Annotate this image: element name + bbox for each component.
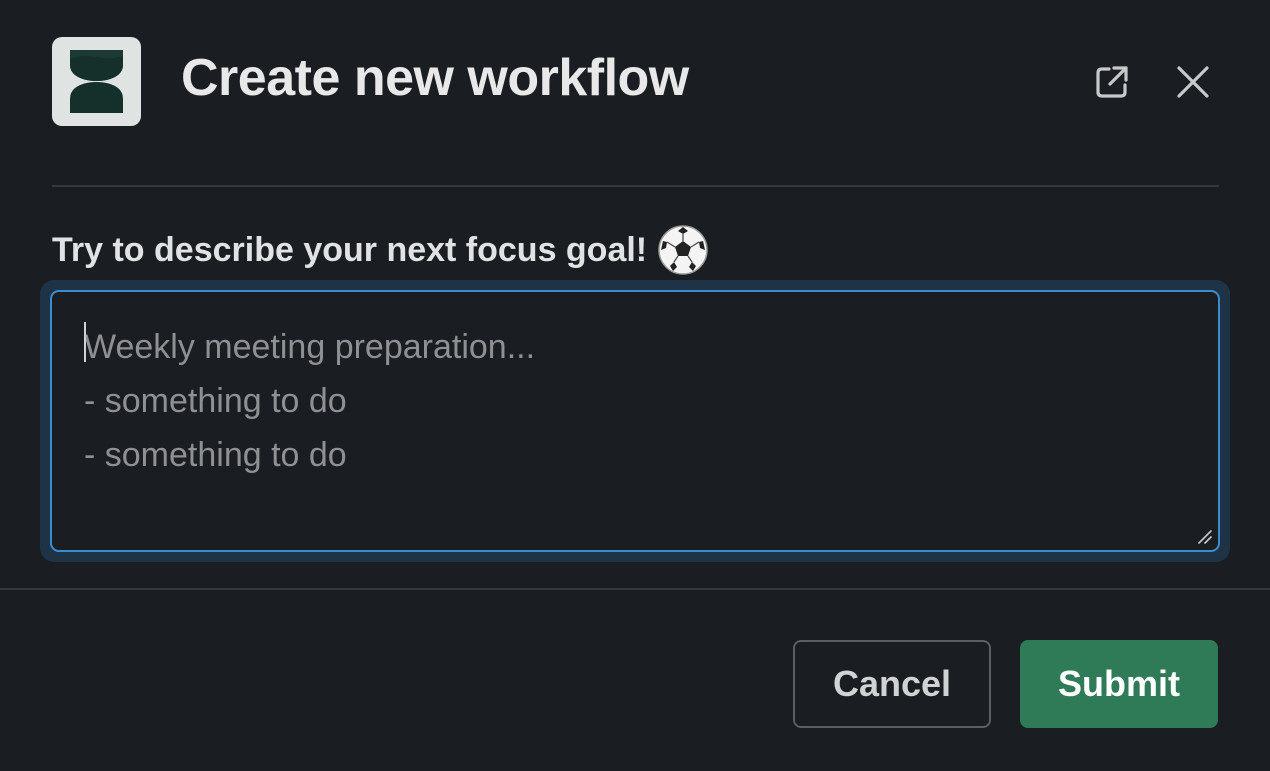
create-workflow-modal: Create new workflow Try to describe your… <box>0 0 1270 771</box>
footer-divider <box>0 588 1270 590</box>
hourglass-icon <box>52 37 141 126</box>
focus-goal-label-text: Try to describe your next focus goal! <box>52 230 648 269</box>
header-divider <box>52 185 1219 187</box>
resize-handle-icon[interactable] <box>1196 528 1212 544</box>
text-caret <box>84 322 86 362</box>
cancel-button[interactable]: Cancel <box>793 640 991 728</box>
close-icon <box>1177 66 1209 98</box>
submit-button[interactable]: Submit <box>1020 640 1218 728</box>
textarea-focus-ring: Weekly meeting preparation... - somethin… <box>40 280 1230 562</box>
open-in-new-window-button[interactable] <box>1088 58 1136 106</box>
focus-goal-textarea[interactable]: Weekly meeting preparation... - somethin… <box>50 290 1220 552</box>
close-button[interactable] <box>1169 58 1217 106</box>
focus-goal-label: Try to describe your next focus goal! <box>52 224 709 276</box>
textarea-placeholder: Weekly meeting preparation... - somethin… <box>84 328 536 474</box>
soccer-ball-icon <box>657 224 709 276</box>
external-link-icon <box>1096 66 1128 98</box>
modal-title: Create new workflow <box>181 49 689 107</box>
